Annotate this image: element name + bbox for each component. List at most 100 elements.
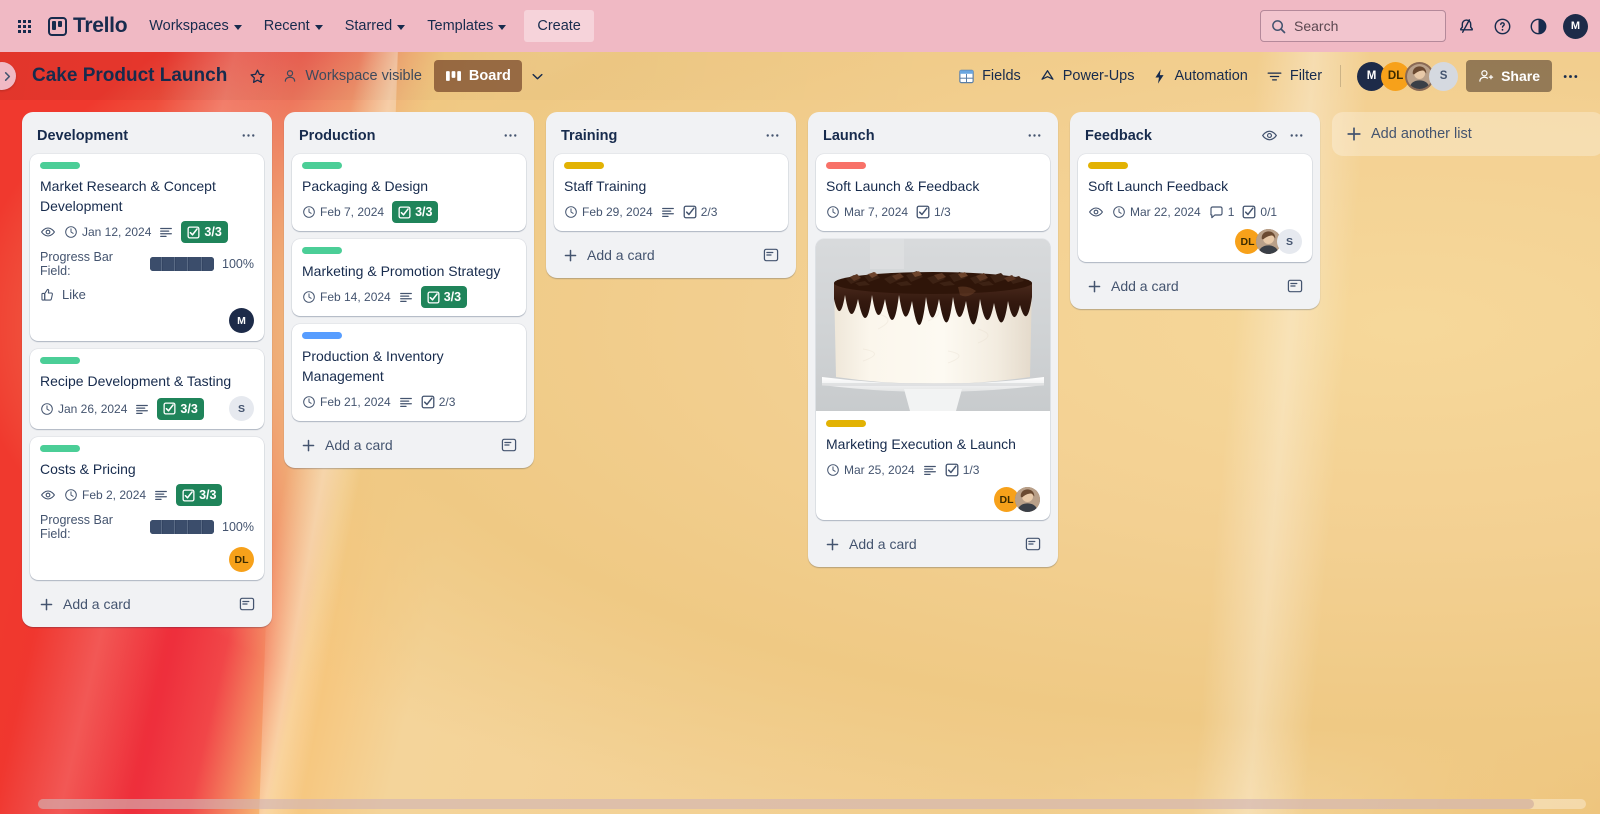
card[interactable]: Market Research & Concept Development Ja… bbox=[30, 154, 264, 341]
nav-item-workspaces[interactable]: Workspaces bbox=[139, 10, 252, 42]
board-view-button[interactable]: Board bbox=[433, 60, 522, 92]
scrollbar-thumb[interactable] bbox=[38, 799, 1534, 809]
card-badges: Jan 26, 2024 3/3 S bbox=[40, 396, 254, 421]
checklist-count: 3/3 bbox=[415, 205, 433, 219]
share-button[interactable]: Share bbox=[1466, 60, 1552, 92]
list-launch: Launch Soft Launch & Feedback Mar 7, 202… bbox=[808, 112, 1058, 567]
avatar[interactable]: S bbox=[1429, 61, 1459, 91]
nav-item-templates[interactable]: Templates bbox=[417, 10, 516, 42]
theme-contrast-icon[interactable] bbox=[1522, 10, 1554, 42]
nav-item-starred[interactable]: Starred bbox=[335, 10, 416, 42]
list-title[interactable]: Launch bbox=[823, 128, 1018, 144]
card-label[interactable] bbox=[302, 162, 342, 169]
plus-icon bbox=[564, 249, 577, 261]
checklist-badge: 1/3 bbox=[916, 202, 951, 222]
add-another-list-button[interactable]: Add another list bbox=[1332, 112, 1600, 156]
add-card-label: Add a card bbox=[325, 437, 393, 453]
card-title: Production & Inventory Management bbox=[302, 348, 444, 384]
due-date-text: Mar 7, 2024 bbox=[844, 205, 909, 219]
help-icon[interactable] bbox=[1486, 10, 1518, 42]
add-card-button[interactable]: Add a card bbox=[1078, 268, 1312, 304]
card-label[interactable] bbox=[40, 445, 80, 452]
board-view-dropdown[interactable] bbox=[522, 60, 553, 92]
card-members: S bbox=[229, 396, 254, 421]
add-card-button[interactable]: Add a card bbox=[292, 427, 526, 463]
card-template-icon[interactable] bbox=[1287, 278, 1303, 294]
list-watch-icon[interactable] bbox=[1259, 125, 1280, 146]
list-title[interactable]: Feedback bbox=[1085, 128, 1253, 144]
avatar-photo[interactable] bbox=[1015, 487, 1040, 512]
card-template-icon[interactable] bbox=[1025, 536, 1041, 552]
automation-button[interactable]: Automation bbox=[1144, 60, 1255, 92]
card-label[interactable] bbox=[826, 420, 866, 427]
nav-item-recent[interactable]: Recent bbox=[254, 10, 333, 42]
list-menu-button[interactable] bbox=[238, 125, 259, 146]
list-menu-button[interactable] bbox=[762, 125, 783, 146]
card-badges: Feb 21, 2024 2/3 bbox=[302, 391, 516, 413]
list-title[interactable]: Production bbox=[299, 128, 494, 144]
workspace-visibility-button[interactable]: Workspace visible bbox=[274, 60, 430, 92]
list-menu-button[interactable] bbox=[500, 125, 521, 146]
clock-icon bbox=[41, 402, 53, 415]
chevron-right-icon bbox=[4, 71, 10, 81]
bell-icon[interactable] bbox=[1450, 10, 1482, 42]
more-horizontal-icon bbox=[1028, 134, 1041, 137]
like-button[interactable]: Like bbox=[40, 287, 254, 302]
due-date-badge: Feb 21, 2024 bbox=[302, 392, 391, 412]
card[interactable]: Packaging & Design Feb 7, 2024 3/3 bbox=[292, 154, 526, 231]
card-label[interactable] bbox=[40, 162, 80, 169]
add-card-button[interactable]: Add a card bbox=[30, 586, 264, 622]
card-template-icon[interactable] bbox=[239, 596, 255, 612]
card[interactable]: Costs & Pricing Feb 2, 2024 3/3 Progress… bbox=[30, 437, 264, 580]
star-icon[interactable] bbox=[241, 60, 274, 92]
more-horizontal-icon bbox=[766, 134, 779, 137]
avatar[interactable]: S bbox=[1277, 229, 1302, 254]
create-button[interactable]: Create bbox=[524, 10, 594, 42]
card[interactable]: Recipe Development & Tasting Jan 26, 202… bbox=[30, 349, 264, 429]
avatar[interactable]: M bbox=[1563, 13, 1588, 39]
card-label[interactable] bbox=[826, 162, 866, 169]
trello-logo[interactable]: Trello bbox=[42, 14, 137, 38]
avatar[interactable]: M bbox=[229, 308, 254, 333]
add-card-button[interactable]: Add a card bbox=[816, 526, 1050, 562]
avatar[interactable]: S bbox=[229, 396, 254, 421]
list-menu-button[interactable] bbox=[1286, 125, 1307, 146]
rocket-icon bbox=[1041, 69, 1054, 80]
card[interactable]: Soft Launch Feedback Mar 22, 2024 1 0/1 … bbox=[1078, 154, 1312, 262]
add-card-button[interactable]: Add a card bbox=[554, 237, 788, 273]
card[interactable]: Marketing Execution & Launch Mar 25, 202… bbox=[816, 239, 1050, 520]
fields-button[interactable]: Fields bbox=[950, 60, 1029, 92]
chevron-down-icon bbox=[233, 24, 242, 30]
sidebar-toggle-button[interactable] bbox=[0, 62, 16, 90]
card[interactable]: Marketing & Promotion Strategy Feb 14, 2… bbox=[292, 239, 526, 316]
card[interactable]: Soft Launch & Feedback Mar 7, 2024 1/3 bbox=[816, 154, 1050, 231]
card-list: Packaging & Design Feb 7, 2024 3/3 Marke… bbox=[289, 154, 529, 421]
plus-icon bbox=[40, 598, 53, 610]
horizontal-scrollbar[interactable] bbox=[0, 794, 1600, 814]
apps-grid-icon[interactable] bbox=[8, 10, 40, 42]
card-label[interactable] bbox=[564, 162, 604, 169]
card-label[interactable] bbox=[1088, 162, 1128, 169]
nav-item-label: Starred bbox=[344, 18, 393, 34]
card[interactable]: Staff Training Feb 29, 2024 2/3 bbox=[554, 154, 788, 231]
list-title[interactable]: Training bbox=[561, 128, 756, 144]
search-input[interactable]: Search bbox=[1260, 10, 1446, 42]
card-template-icon[interactable] bbox=[501, 437, 517, 453]
checklist-icon bbox=[1242, 205, 1256, 219]
progress-bar-label: Progress Bar Field: bbox=[40, 513, 113, 541]
card-template-icon[interactable] bbox=[763, 247, 779, 263]
card-label[interactable] bbox=[302, 247, 342, 254]
share-label: Share bbox=[1501, 68, 1540, 84]
card-members: M bbox=[40, 308, 254, 333]
list-menu-button[interactable] bbox=[1024, 125, 1045, 146]
power-ups-button[interactable]: Power-Ups bbox=[1031, 60, 1143, 92]
avatar[interactable]: DL bbox=[229, 547, 254, 572]
card-label[interactable] bbox=[40, 357, 80, 364]
checklist-count: 3/3 bbox=[180, 401, 198, 416]
board-menu-button[interactable] bbox=[1554, 60, 1586, 92]
list-title[interactable]: Development bbox=[37, 128, 232, 144]
card-label[interactable] bbox=[302, 332, 342, 339]
filter-button[interactable]: Filter bbox=[1258, 60, 1330, 92]
page-title[interactable]: Cake Product Launch bbox=[26, 61, 233, 91]
card[interactable]: Production & Inventory Management Feb 21… bbox=[292, 324, 526, 421]
